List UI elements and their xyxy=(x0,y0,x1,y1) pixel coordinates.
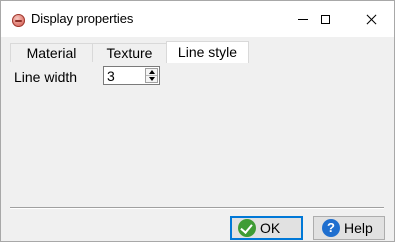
checkmark-icon xyxy=(238,219,256,237)
dialog-window: Display properties Material Texture Line… xyxy=(0,0,395,242)
tab-line-style[interactable]: Line style xyxy=(166,41,249,63)
title-bar[interactable]: Display properties xyxy=(1,1,394,37)
spin-down-icon[interactable] xyxy=(146,76,157,82)
separator-highlight xyxy=(10,208,384,209)
window-title: Display properties xyxy=(31,11,134,26)
help-button-label: Help xyxy=(344,220,373,236)
close-button[interactable] xyxy=(348,1,394,37)
maximize-icon xyxy=(320,14,330,24)
ok-button-label: OK xyxy=(260,220,281,236)
app-icon xyxy=(12,14,25,27)
spin-buttons xyxy=(145,68,158,83)
tab-material[interactable]: Material xyxy=(10,43,93,62)
line-width-value[interactable]: 3 xyxy=(107,68,115,84)
ok-button[interactable]: OK xyxy=(230,216,303,240)
help-icon: ? xyxy=(322,219,340,237)
tab-bar: Material Texture Line style xyxy=(10,41,249,63)
maximize-button[interactable] xyxy=(302,1,348,37)
help-button[interactable]: ? Help xyxy=(313,216,385,240)
close-icon xyxy=(366,14,377,25)
line-width-spinbox[interactable]: 3 xyxy=(103,66,160,85)
line-width-label: Line width xyxy=(14,69,78,85)
tab-texture[interactable]: Texture xyxy=(92,43,167,62)
